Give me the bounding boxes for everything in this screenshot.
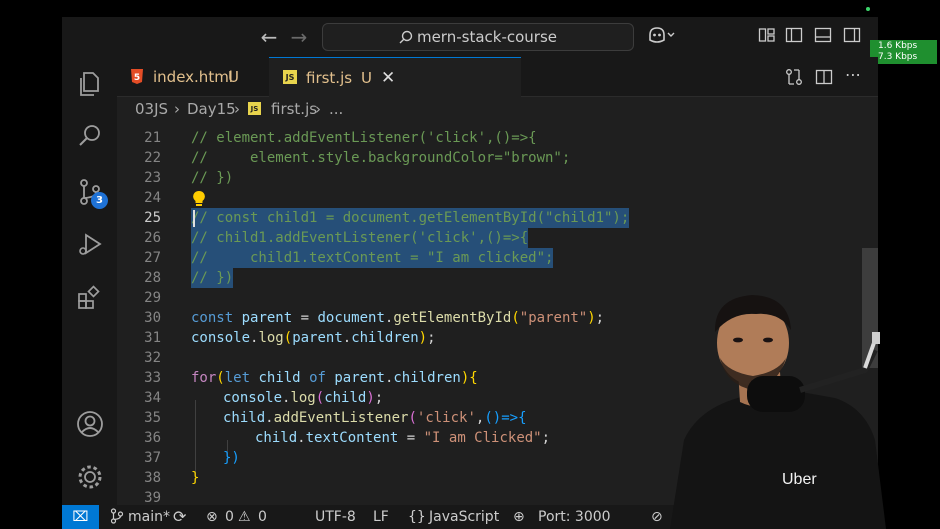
- braces-icon: {}: [408, 509, 426, 525]
- sync-icon[interactable]: ⟳: [173, 505, 186, 529]
- code-line: 21// element.addEventListener('click',()…: [144, 130, 537, 146]
- html-file-icon: 5: [131, 69, 143, 84]
- text-cursor: [193, 210, 195, 227]
- close-icon[interactable]: ✕: [381, 58, 395, 98]
- code-line: 25// const child1 = document.getElementB…: [144, 208, 630, 228]
- presenter-video: Uber: [670, 295, 886, 529]
- lightbulb-icon[interactable]: [191, 190, 207, 208]
- search-label: mern-stack-course: [416, 28, 558, 46]
- language-mode[interactable]: JavaScript: [429, 505, 499, 529]
- activity-bar: [62, 57, 117, 505]
- branch-icon: [110, 505, 124, 529]
- shirt-logo: Uber: [782, 471, 817, 488]
- breadcrumb: 03JS › Day15 › JS first.js › ...: [117, 97, 878, 122]
- search-icon: [399, 30, 413, 44]
- breadcrumb-symbol[interactable]: ...: [329, 97, 343, 121]
- arrow-right-icon[interactable]: →: [287, 25, 311, 49]
- upload-speed: 7.3 Kbps: [878, 52, 918, 62]
- split-editor-icon[interactable]: [815, 68, 833, 86]
- gear-icon[interactable]: [75, 462, 105, 492]
- svg-text:5: 5: [134, 73, 140, 83]
- toggle-primary-sidebar-icon[interactable]: [782, 25, 806, 49]
- breadcrumb-file[interactable]: first.js: [271, 97, 317, 121]
- run-debug-icon[interactable]: [75, 229, 105, 259]
- code-line: 23// }): [144, 170, 234, 186]
- more-actions-icon[interactable]: ⋯: [845, 65, 862, 84]
- code-line: 24: [117, 188, 878, 208]
- toggle-secondary-sidebar-icon[interactable]: [840, 25, 864, 49]
- title-bar: ← → mern-stack-course: [62, 17, 878, 57]
- tab-label: first.js: [306, 69, 353, 87]
- compare-changes-icon[interactable]: [785, 68, 803, 86]
- tab-label: index.html: [153, 68, 233, 86]
- breadcrumb-folder[interactable]: 03JS: [135, 97, 168, 121]
- code-line: 22// element.style.backgroundColor="brow…: [144, 150, 571, 166]
- download-speed: 1.6 Kbps: [878, 41, 918, 51]
- chevron-right-icon: ›: [234, 100, 240, 118]
- source-control-badge: 3: [91, 192, 108, 209]
- explorer-icon[interactable]: [75, 69, 105, 99]
- recording-indicator: [866, 7, 870, 11]
- network-speed-widget: 1.6 Kbps 7.3 Kbps: [870, 40, 937, 64]
- search-icon[interactable]: [75, 121, 105, 151]
- line-ending[interactable]: LF: [373, 505, 389, 529]
- error-icon: ⊗: [206, 509, 218, 525]
- tab-status: U: [228, 68, 239, 86]
- warning-icon: ⚠: [238, 509, 251, 525]
- command-center-search[interactable]: mern-stack-course: [322, 23, 634, 51]
- chevron-right-icon: ›: [315, 100, 321, 118]
- code-line: 27// child1.textContent = "I am clicked"…: [144, 248, 554, 268]
- js-file-icon: JS: [248, 102, 261, 115]
- live-server-port[interactable]: Port: 3000: [538, 505, 611, 529]
- live-server-icon: ⊕: [513, 509, 525, 525]
- webcam-overlay: Uber: [660, 280, 940, 529]
- chevron-right-icon: ›: [174, 100, 180, 118]
- tab-status: U: [361, 69, 372, 87]
- git-branch[interactable]: main*: [128, 505, 170, 529]
- account-icon[interactable]: [75, 409, 105, 439]
- tab-index-html[interactable]: 5 index.html U: [117, 57, 269, 97]
- arrow-left-icon[interactable]: ←: [257, 25, 281, 49]
- remote-indicator-icon[interactable]: ⌧: [62, 505, 99, 529]
- encoding[interactable]: UTF-8: [315, 505, 356, 529]
- breadcrumb-folder[interactable]: Day15: [187, 97, 236, 121]
- toggle-panel-icon[interactable]: [811, 25, 835, 49]
- tab-first-js[interactable]: JS first.js U ✕: [269, 57, 521, 97]
- js-file-icon: JS: [283, 70, 297, 84]
- copilot-icon[interactable]: [647, 25, 675, 49]
- editor-tabs: 5 index.html U JS first.js U ✕ ⋯: [117, 57, 878, 97]
- customize-layout-icon[interactable]: [755, 25, 779, 49]
- code-line: 26// child1.addEventListener('click',()=…: [144, 228, 529, 248]
- warning-count[interactable]: 0: [258, 505, 267, 529]
- extensions-icon[interactable]: [75, 283, 105, 313]
- error-count[interactable]: 0: [225, 505, 234, 529]
